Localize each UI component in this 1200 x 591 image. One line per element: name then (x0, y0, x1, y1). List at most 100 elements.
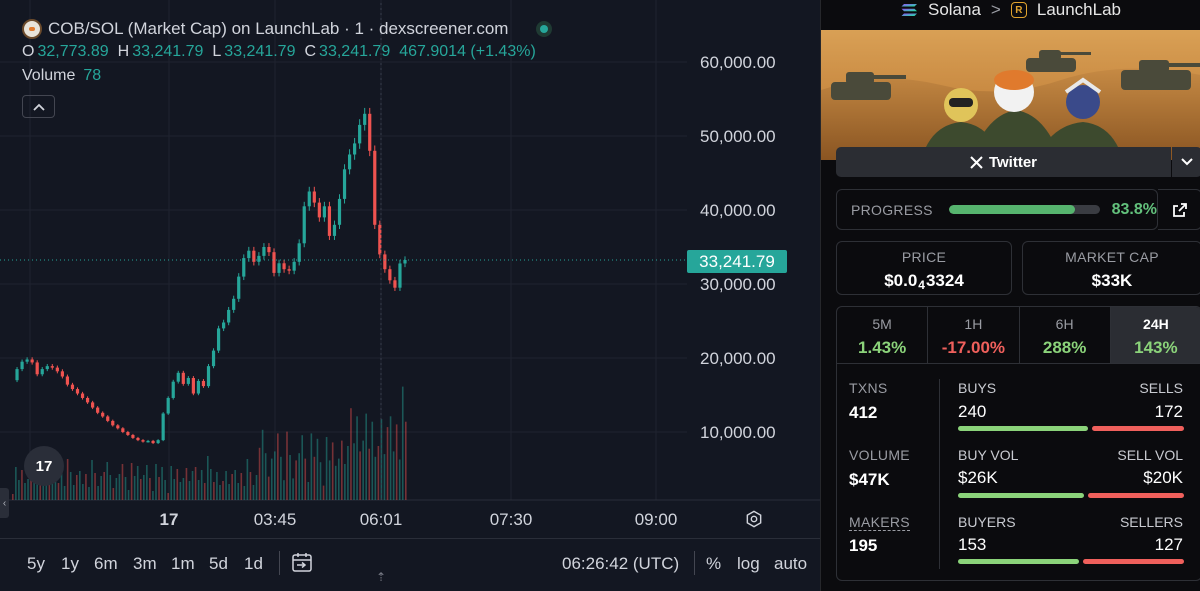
candle-body (222, 322, 226, 329)
volume-bar (188, 481, 191, 500)
volume-readout: Volume 78 (22, 67, 102, 84)
candle-body (297, 243, 301, 262)
buyers-label: BUYERS (958, 514, 1016, 530)
progress-value: 83.8% (1111, 200, 1157, 218)
chart-panel[interactable]: COB/SOL (Market Cap) on LaunchLab · 1 · … (0, 0, 820, 591)
toolbar-divider (279, 551, 280, 575)
range-6m-button[interactable]: 6m (94, 554, 118, 574)
volume-bar (173, 479, 176, 500)
candle-body (358, 124, 362, 144)
progress-bar (948, 205, 1100, 214)
x-tick-label: 09:00 (634, 510, 678, 529)
candle-body (277, 263, 281, 273)
collapse-left-handle[interactable]: ‹ (0, 488, 9, 518)
change-24h: 143% (1134, 338, 1178, 357)
socials-dropdown-button[interactable] (1172, 147, 1200, 177)
volume-bar (356, 416, 358, 500)
candle-body (136, 437, 140, 441)
volume-bar (60, 473, 63, 500)
candle-body (247, 250, 251, 259)
candle-body (292, 261, 296, 271)
sellers-label: SELLERS (1119, 514, 1183, 530)
volume-bar (368, 448, 371, 500)
volume-bar (249, 472, 252, 500)
goto-date-icon[interactable] (291, 551, 313, 573)
volume-bar (401, 386, 404, 500)
volume-bar (274, 451, 276, 500)
tab-24h[interactable]: 24H 143% (1110, 307, 1200, 363)
y-tick-label: 50,000.00 (700, 127, 776, 146)
volume-bar (286, 431, 288, 500)
auto-scale-button[interactable]: auto (774, 554, 807, 574)
range-1y-button[interactable]: 1y (61, 554, 79, 574)
range-5y-button[interactable]: 5y (27, 554, 45, 574)
candle-body (176, 372, 180, 382)
buys-value: 240 (958, 402, 987, 421)
volume-bar (179, 482, 182, 500)
volume-bar (152, 491, 154, 500)
resize-handle-icon[interactable]: ⇡ (376, 570, 386, 584)
candle-body (322, 206, 326, 218)
volume-bar (72, 485, 75, 500)
y-tick-label: 60,000.00 (700, 53, 776, 72)
tradingview-logo[interactable]: 17 (24, 446, 64, 486)
candle-body (373, 150, 377, 225)
y-tick-label: 40,000.00 (700, 201, 776, 220)
range-5d-button[interactable]: 5d (209, 554, 228, 574)
volume-bar (146, 465, 148, 500)
candle-body (80, 393, 85, 398)
candle-body (121, 428, 125, 432)
candle-body (302, 206, 306, 244)
collapse-legend-button[interactable] (22, 95, 55, 118)
x-logo-icon (970, 155, 983, 169)
candle-body (50, 366, 54, 368)
sellers-bar (1083, 559, 1184, 564)
volume-bar (130, 463, 133, 500)
candle-body (101, 412, 105, 417)
candle-body (232, 298, 236, 310)
candle-body (126, 432, 130, 435)
volume-bar (365, 413, 367, 500)
tab-1h[interactable]: 1H -17.00% (928, 307, 1020, 363)
percent-scale-button[interactable]: % (706, 554, 721, 574)
breadcrumb-chain[interactable]: Solana (928, 0, 981, 20)
tab-6h[interactable]: 6H 288% (1020, 307, 1111, 363)
volume-bar (304, 458, 307, 500)
candle-body (161, 413, 165, 441)
candle-body (332, 224, 337, 236)
volume-bar (389, 416, 392, 500)
range-1m-button[interactable]: 1m (171, 554, 195, 574)
utc-clock[interactable]: 06:26:42 (UTC) (562, 554, 679, 574)
volume-bar (94, 473, 96, 500)
volume-bar (228, 484, 230, 500)
chart-settings-icon[interactable] (745, 510, 763, 528)
sellers-value: 127 (1154, 535, 1183, 554)
volume-bar (167, 493, 169, 500)
range-1d-button[interactable]: 1d (244, 554, 263, 574)
candle-body (353, 143, 357, 155)
volume-bar (295, 460, 297, 500)
candle-body (287, 269, 291, 271)
volume-bar (359, 451, 361, 500)
chevron-down-icon (1181, 158, 1193, 166)
candle-body (282, 263, 286, 270)
candle-body (196, 380, 201, 394)
log-scale-button[interactable]: log (737, 554, 760, 574)
candle-body (96, 407, 100, 413)
tab-5m[interactable]: 5M 1.43% (837, 307, 929, 363)
market-cap-label: MARKET CAP (1065, 249, 1159, 265)
x-tick-label: 07:30 (489, 510, 533, 529)
breadcrumb-launchpad[interactable]: LaunchLab (1037, 0, 1121, 20)
volume-bar (280, 456, 282, 500)
change-1h: -17.00% (941, 338, 1006, 357)
twitter-link-button[interactable]: Twitter (836, 147, 1171, 177)
volume-bar (118, 474, 121, 500)
range-3m-button[interactable]: 3m (133, 554, 157, 574)
volume-bar (85, 474, 87, 500)
volume-bar (170, 466, 173, 500)
volume-bar (264, 453, 267, 500)
volume-value: 78 (83, 67, 102, 84)
open-external-button[interactable] (1158, 189, 1200, 230)
volume-bar (341, 440, 343, 500)
buyers-bar (958, 559, 1079, 564)
